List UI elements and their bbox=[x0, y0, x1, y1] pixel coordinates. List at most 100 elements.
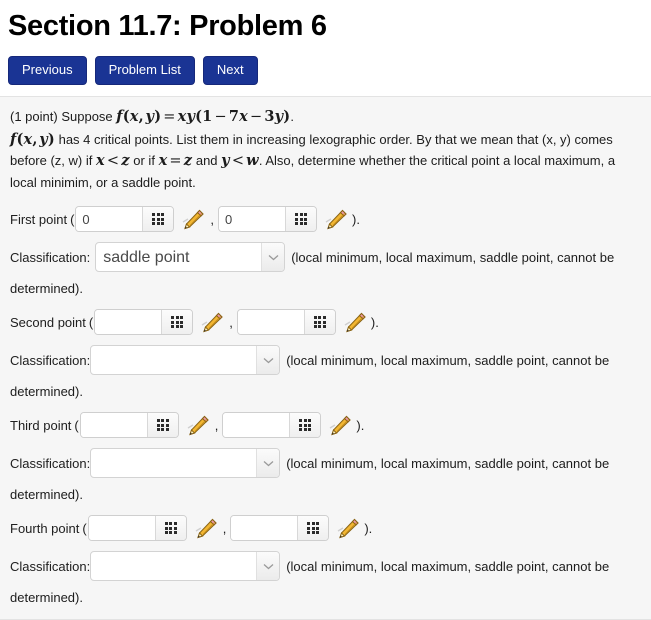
second-point-label: Second point bbox=[10, 314, 86, 330]
first-classification-select-wrap: saddle point bbox=[90, 242, 286, 272]
first-point-x-input[interactable] bbox=[76, 207, 143, 231]
fourth-point-label: Fourth point bbox=[10, 520, 80, 536]
keypad-grid-glyph bbox=[313, 316, 326, 328]
previous-button[interactable]: Previous bbox=[8, 56, 87, 85]
keypad-grid-icon[interactable] bbox=[285, 207, 317, 231]
function-definition: f(x, y) = xy(1−7x −3y) bbox=[116, 108, 291, 125]
inequality-3: y < w bbox=[221, 152, 259, 169]
third-classification-select-wrap bbox=[90, 448, 281, 478]
keypad-grid-icon[interactable] bbox=[154, 516, 186, 540]
points-text: (1 point) bbox=[10, 109, 58, 124]
suppose-text: Suppose bbox=[61, 109, 113, 124]
classification-label: Classification: bbox=[10, 558, 91, 574]
third-point-y-input[interactable] bbox=[223, 413, 290, 437]
fourth-classification-row: Classification: (local minimum, local ma… bbox=[10, 551, 641, 581]
page-title: Section 11.7: Problem 6 bbox=[8, 10, 327, 42]
first-classification-select[interactable]: saddle point bbox=[95, 242, 286, 272]
second-point-y-group bbox=[236, 309, 336, 335]
and-text: and bbox=[195, 153, 218, 168]
first-point-y-input[interactable] bbox=[219, 207, 286, 231]
third-classification-row: Classification: (local minimum, local ma… bbox=[10, 448, 641, 478]
second-point-row: Second point ( ,). bbox=[10, 309, 641, 335]
period: . bbox=[290, 109, 294, 124]
close-paren: ). bbox=[352, 211, 360, 227]
close-paren: ). bbox=[364, 520, 373, 536]
keypad-grid-icon[interactable] bbox=[161, 310, 193, 334]
fourth-point-x-input[interactable] bbox=[88, 516, 155, 540]
open-paren: ( bbox=[74, 417, 79, 433]
keypad-grid-glyph bbox=[152, 213, 165, 225]
classification-label: Classification: bbox=[10, 249, 91, 265]
problem-page: Section 11.7: Problem 6 Previous Problem… bbox=[0, 9, 651, 620]
third-point-y-group bbox=[222, 412, 322, 438]
third-point-label: Third point bbox=[10, 417, 72, 433]
classification-hint: (local minimum, local maximum, saddle po… bbox=[286, 352, 610, 368]
first-point-y-group bbox=[218, 206, 318, 232]
keypad-grid-glyph bbox=[171, 316, 184, 328]
fourth-classification-select[interactable] bbox=[90, 551, 281, 581]
fourth-point-y-input[interactable] bbox=[231, 516, 298, 540]
function-symbol: f(x, y) bbox=[10, 131, 55, 148]
problem-panel: (1 point) Suppose f(x, y) = xy(1−7x −3y). f… bbox=[0, 96, 651, 620]
first-point-x-group bbox=[75, 206, 175, 232]
classification-hint-continued: determined). bbox=[10, 384, 83, 399]
fourth-point-x-group bbox=[87, 515, 187, 541]
keypad-grid-glyph bbox=[299, 419, 312, 431]
classification-hint: (local minimum, local maximum, saddle po… bbox=[291, 249, 615, 265]
second-classification-row: Classification: (local minimum, local ma… bbox=[10, 345, 641, 375]
second-classification-select[interactable] bbox=[90, 345, 281, 375]
fourth-classification-select-wrap bbox=[90, 551, 281, 581]
inequality-1: x < z bbox=[95, 152, 130, 169]
second-classification-select-wrap bbox=[90, 345, 281, 375]
keypad-grid-icon[interactable] bbox=[289, 413, 321, 437]
second-point-x-input[interactable] bbox=[95, 310, 162, 334]
classification-label: Classification: bbox=[10, 352, 91, 368]
classification-hint: (local minimum, local maximum, saddle po… bbox=[286, 455, 610, 471]
first-point-row: First point ( , bbox=[10, 206, 641, 232]
classification-hint-continued: determined). bbox=[10, 590, 83, 605]
pencil-icon[interactable] bbox=[323, 208, 349, 230]
keypad-grid-icon[interactable] bbox=[142, 207, 174, 231]
second-point-y-input[interactable] bbox=[237, 310, 304, 334]
keypad-grid-icon[interactable] bbox=[303, 310, 335, 334]
fourth-point-y-group bbox=[230, 515, 330, 541]
problem-list-button[interactable]: Problem List bbox=[94, 56, 195, 85]
statement-line-2: f(x, y) has 4 critical points. List them… bbox=[10, 129, 641, 193]
classification-hint: (local minimum, local maximum, saddle po… bbox=[286, 558, 610, 574]
point-comma: , bbox=[229, 314, 233, 330]
inequality-2: x = z bbox=[158, 152, 193, 169]
pencil-icon[interactable] bbox=[193, 517, 219, 539]
pencil-icon[interactable] bbox=[185, 414, 211, 436]
fourth-point-row: Fourth point ( ,). bbox=[10, 515, 641, 541]
first-point-label: First point bbox=[10, 211, 68, 227]
pencil-icon[interactable] bbox=[199, 311, 225, 333]
pencil-icon[interactable] bbox=[327, 414, 353, 436]
next-button[interactable]: Next bbox=[202, 56, 258, 85]
open-paren: ( bbox=[82, 520, 87, 536]
mid-text: or if bbox=[133, 153, 155, 168]
point-comma: , bbox=[210, 211, 215, 227]
close-paren: ). bbox=[356, 417, 365, 433]
keypad-grid-glyph bbox=[164, 522, 177, 534]
navigation-buttons: Previous Problem List Next bbox=[8, 56, 651, 85]
third-classification-select[interactable] bbox=[90, 448, 281, 478]
third-point-x-input[interactable] bbox=[80, 413, 147, 437]
classification-hint-continued: determined). bbox=[10, 487, 83, 502]
pencil-icon[interactable] bbox=[342, 311, 368, 333]
first-classification-row: Classification: saddle point (local mini… bbox=[10, 242, 641, 272]
close-paren: ). bbox=[370, 314, 379, 330]
keypad-grid-icon[interactable] bbox=[146, 413, 178, 437]
keypad-grid-glyph bbox=[295, 213, 308, 225]
classification-hint-continued: determined). bbox=[10, 281, 83, 296]
pencil-icon[interactable] bbox=[335, 517, 361, 539]
pencil-icon[interactable] bbox=[180, 208, 206, 230]
third-point-row: Third point ( ,). bbox=[10, 412, 641, 438]
point-comma: , bbox=[222, 520, 227, 536]
problem-statement: (1 point) Suppose f(x, y) = xy(1−7x −3y). f… bbox=[10, 106, 641, 193]
classification-label: Classification: bbox=[10, 455, 91, 471]
second-point-x-group bbox=[94, 309, 194, 335]
keypad-grid-icon[interactable] bbox=[297, 516, 329, 540]
keypad-grid-glyph bbox=[307, 522, 320, 534]
third-point-x-group bbox=[79, 412, 179, 438]
statement-line-1: (1 point) Suppose f(x, y) = xy(1−7x −3y). bbox=[10, 106, 641, 128]
